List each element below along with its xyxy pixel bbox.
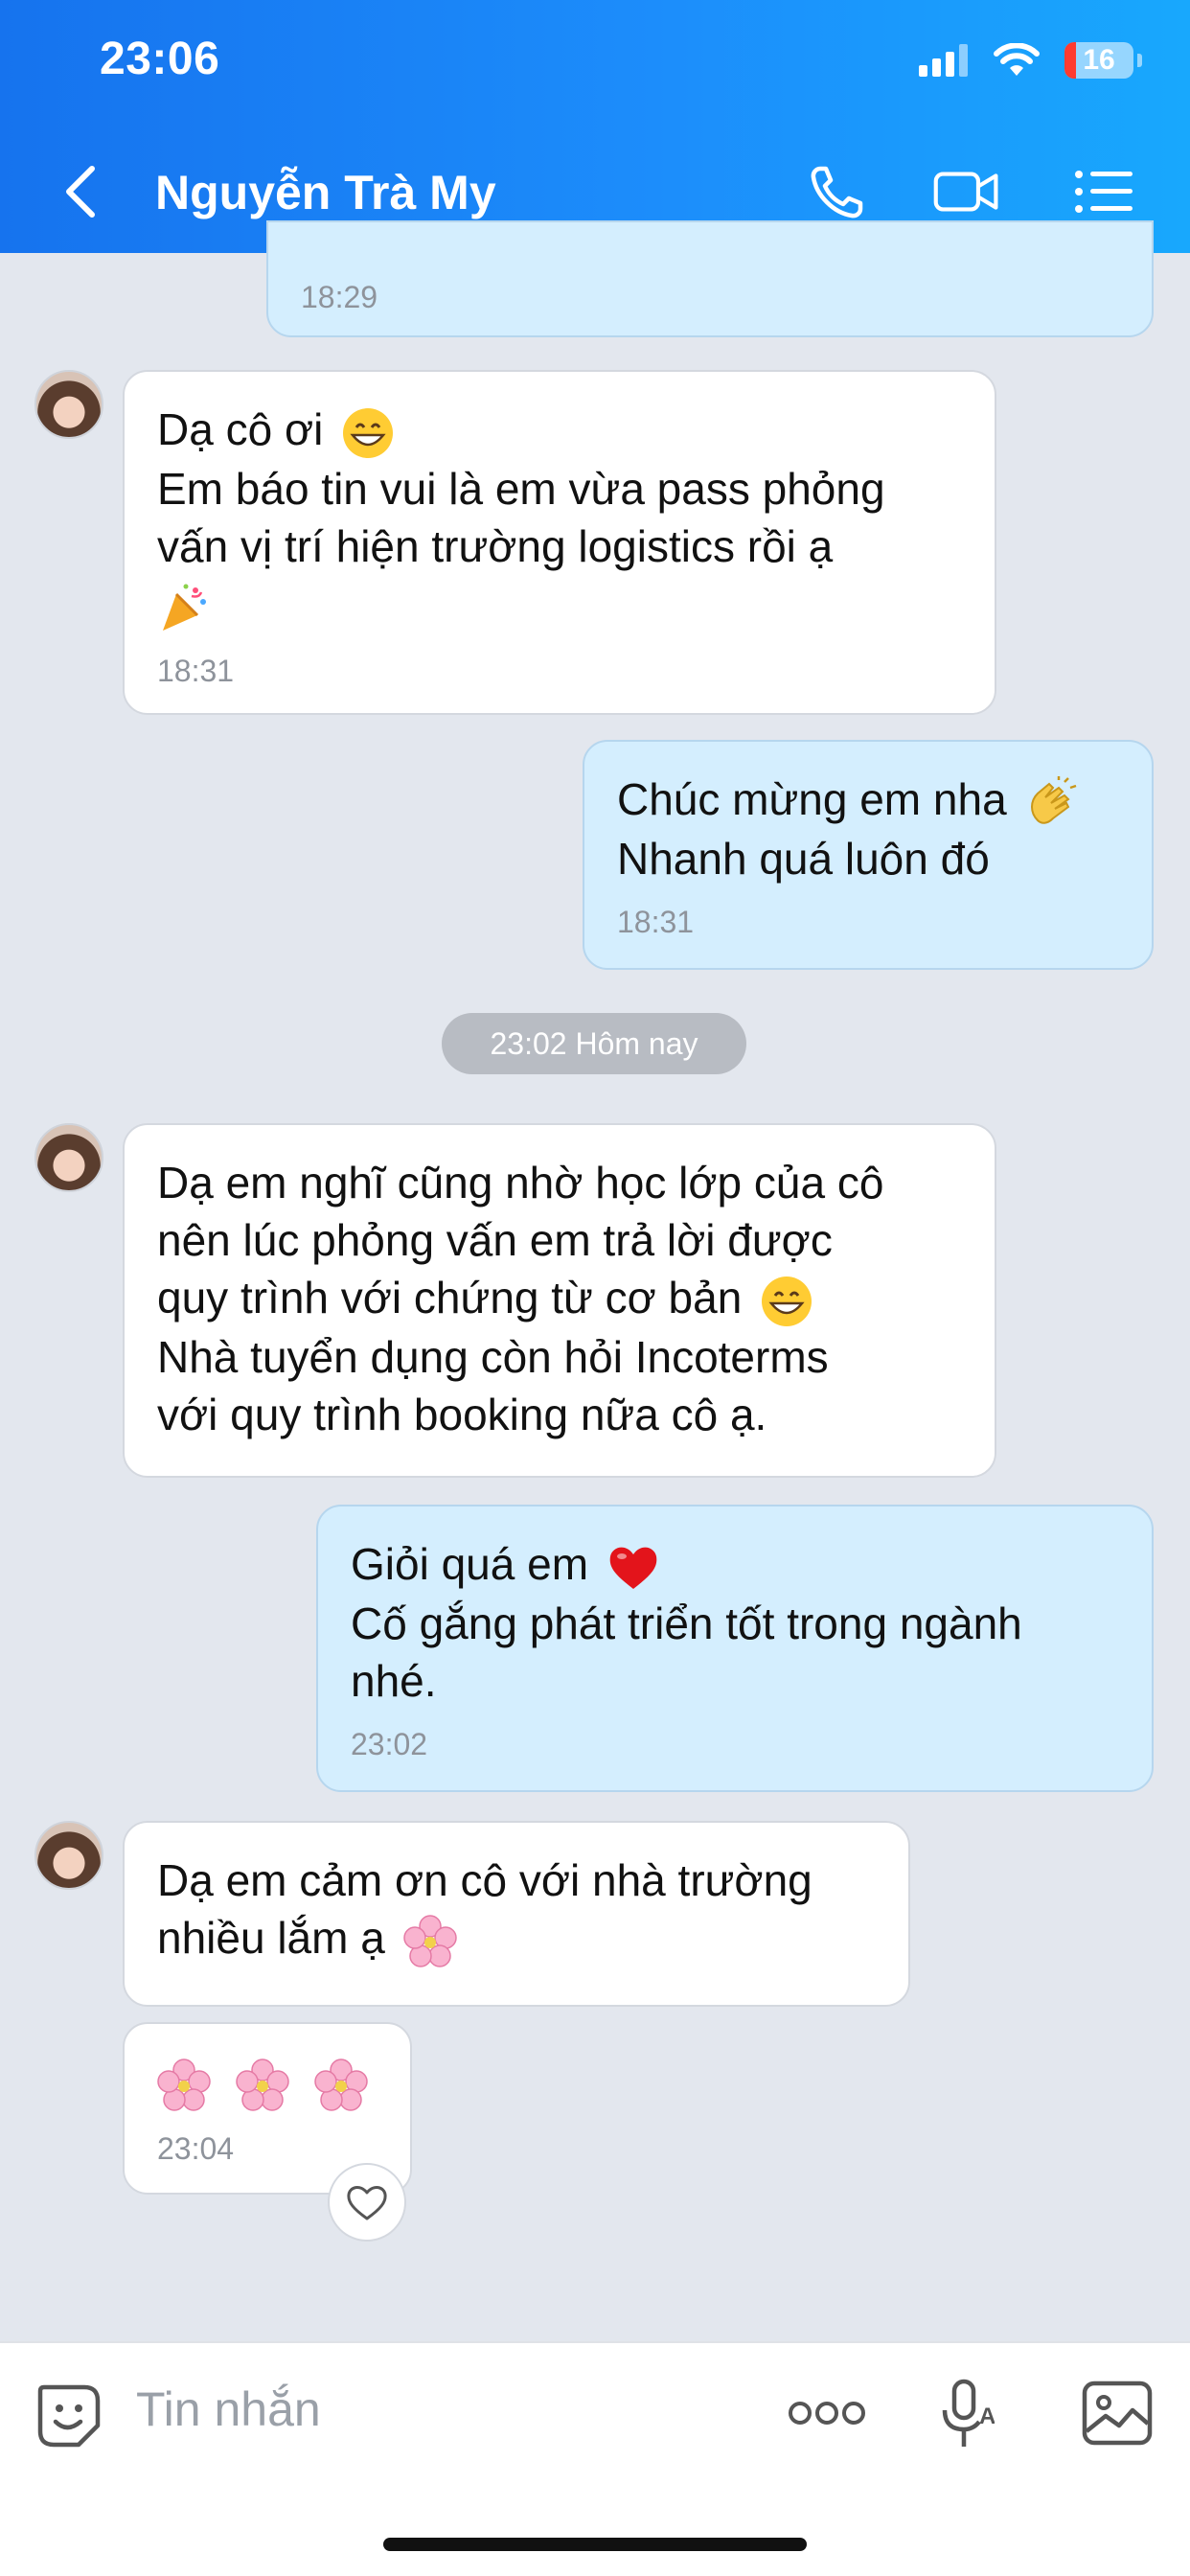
status-icons: 16 bbox=[919, 42, 1142, 79]
phone-icon[interactable] bbox=[807, 161, 874, 222]
voice-text-icon[interactable]: A bbox=[941, 2378, 995, 2454]
message-input[interactable]: Tin nhắn bbox=[136, 2381, 321, 2437]
outgoing-message[interactable]: Giỏi quá em Cố gắng phát triển tốt trong… bbox=[316, 1505, 1154, 1792]
status-time: 23:06 bbox=[100, 34, 220, 84]
chat-header: 23:06 16 Nguyễn Trà My bbox=[0, 0, 1190, 253]
wifi-icon bbox=[994, 43, 1040, 76]
battery-level: 16 bbox=[1083, 44, 1115, 76]
video-call-icon[interactable] bbox=[933, 161, 1000, 222]
red-heart-icon bbox=[609, 1547, 657, 1589]
grinning-face-icon bbox=[762, 1276, 812, 1326]
sticker-icon[interactable] bbox=[34, 2381, 103, 2450]
cherry-blossom-icon bbox=[236, 2058, 289, 2111]
back-chevron-icon[interactable] bbox=[57, 163, 105, 220]
message-line: với quy trình booking nữa cô ạ. bbox=[157, 1389, 767, 1439]
message-line: Dạ cô ơi bbox=[157, 404, 324, 454]
more-dots-icon[interactable] bbox=[788, 2399, 866, 2427]
date-separator: 23:02 Hôm nay bbox=[442, 1013, 746, 1074]
outgoing-message[interactable]: 18:29 bbox=[266, 220, 1154, 337]
outgoing-message[interactable]: Chúc mừng em nha Nhanh quá luôn đó 18:31 bbox=[583, 740, 1154, 970]
message-line: Dạ em nghĩ cũng nhờ học lớp của cô bbox=[157, 1158, 884, 1208]
avatar[interactable] bbox=[34, 1123, 103, 1192]
message-time: 18:29 bbox=[301, 280, 378, 314]
message-line: Giỏi quá em bbox=[351, 1539, 589, 1589]
message-line: Nhanh quá luôn đó bbox=[617, 833, 990, 884]
avatar[interactable] bbox=[34, 370, 103, 439]
message-line: nhé. bbox=[351, 1655, 437, 1706]
cherry-blossom-icon bbox=[402, 1915, 457, 1967]
message-time: 18:31 bbox=[617, 904, 695, 939]
heart-icon bbox=[347, 2186, 387, 2220]
react-like-button[interactable] bbox=[328, 2163, 406, 2242]
clapping-hands-icon bbox=[1031, 775, 1077, 824]
message-line: Cố gắng phát triển tốt trong ngành bbox=[351, 1598, 1022, 1648]
message-line: nhiều lắm ạ bbox=[157, 1913, 385, 1963]
message-line: quy trình với chứng từ cơ bản bbox=[157, 1273, 743, 1322]
signal-icon bbox=[919, 44, 968, 77]
party-popper-icon bbox=[163, 584, 206, 631]
message-line: Nhà tuyển dụng còn hỏi Incoterms bbox=[157, 1331, 829, 1382]
svg-text:A: A bbox=[979, 2404, 995, 2429]
cherry-blossom-icon bbox=[314, 2058, 368, 2111]
message-line: vấn vị trí hiện trường logistics rồi ạ bbox=[157, 520, 834, 571]
incoming-message[interactable]: Dạ em cảm ơn cô với nhà trường nhiều lắm… bbox=[123, 1821, 910, 2007]
message-line: Chúc mừng em nha bbox=[617, 774, 1007, 824]
message-line: nên lúc phỏng vấn em trả lời được bbox=[157, 1215, 833, 1265]
message-time: 23:02 bbox=[351, 1726, 428, 1761]
grinning-face-icon bbox=[343, 407, 394, 458]
message-time: 18:31 bbox=[157, 653, 235, 688]
list-menu-icon[interactable] bbox=[1071, 161, 1138, 222]
image-icon[interactable] bbox=[1081, 2380, 1154, 2447]
message-time: 23:04 bbox=[157, 2131, 235, 2166]
message-line: Em báo tin vui là em vừa pass phỏng bbox=[157, 463, 885, 514]
incoming-message[interactable]: Dạ em nghĩ cũng nhờ học lớp của cô nên l… bbox=[123, 1123, 996, 1478]
battery-icon: 16 bbox=[1064, 42, 1133, 79]
home-indicator bbox=[383, 2538, 807, 2551]
incoming-message[interactable]: Dạ cô ơi Em báo tin vui là em vừa pass p… bbox=[123, 370, 996, 715]
contact-name[interactable]: Nguyễn Trà My bbox=[155, 165, 496, 220]
cherry-blossom-icon bbox=[157, 2058, 211, 2111]
avatar[interactable] bbox=[34, 1821, 103, 1890]
message-line: Dạ em cảm ơn cô với nhà trường bbox=[157, 1855, 812, 1905]
